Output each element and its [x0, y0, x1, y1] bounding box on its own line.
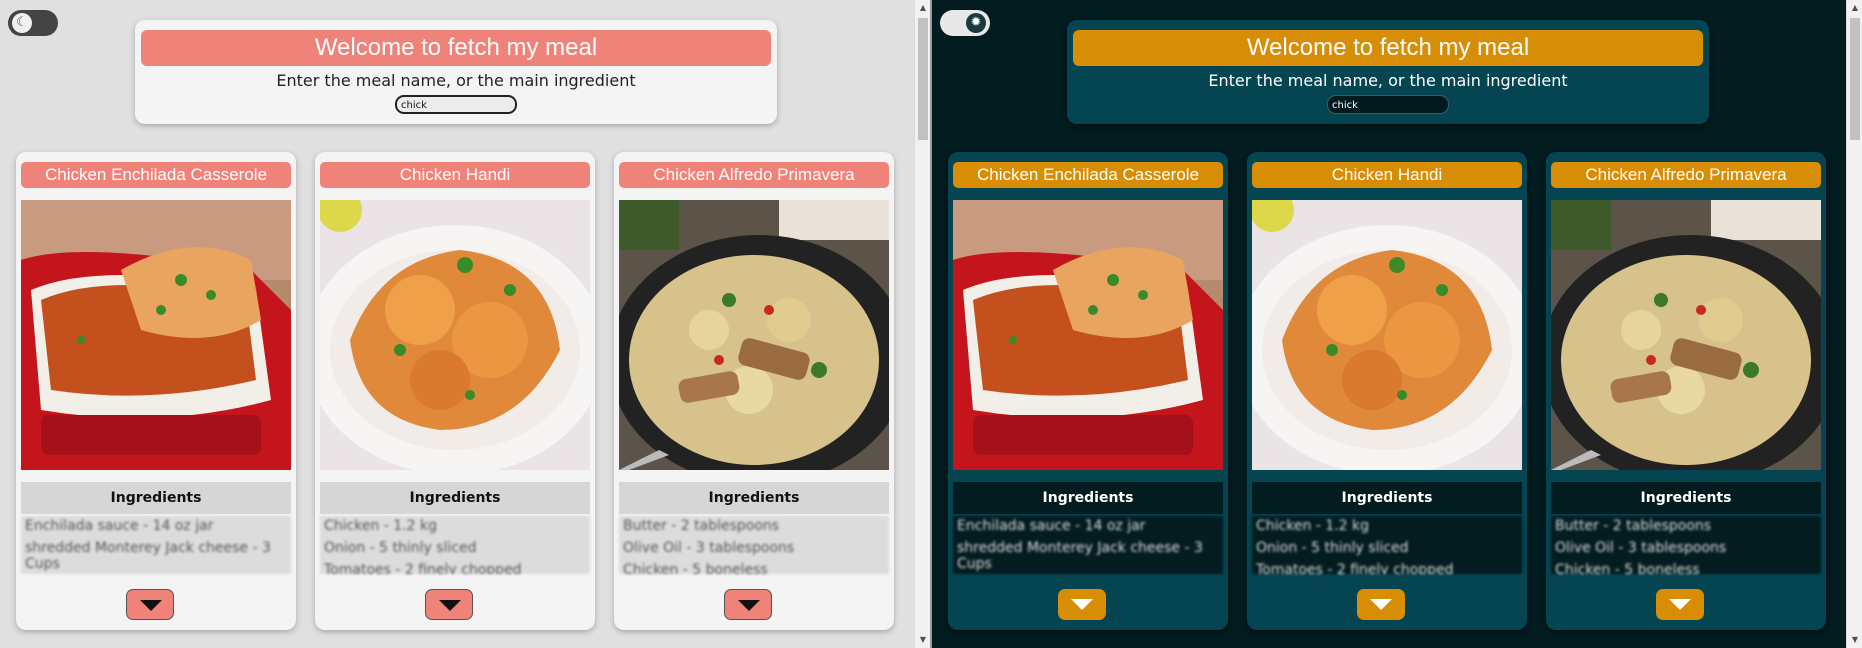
meal-name: Chicken Handi [1252, 162, 1522, 188]
meal-name: Chicken Alfredo Primavera [1551, 162, 1821, 188]
ingredients-list: Chicken - 1.2 kg Onion - 5 thinly sliced… [320, 516, 590, 574]
expand-ingredients-button[interactable] [1058, 589, 1106, 620]
ingredient-item: Enchilada sauce - 14 oz jar [25, 518, 214, 534]
vertical-scrollbar[interactable]: ▲ ▼ [1846, 0, 1862, 648]
enchilada-casserole-photo [953, 200, 1223, 470]
alfredo-primavera-photo [619, 200, 889, 470]
ingredient-item: Chicken - 5 boneless [1555, 562, 1700, 574]
ingredient-item: Chicken - 1.2 kg [1256, 518, 1369, 534]
ingredients-heading: Ingredients [320, 482, 590, 514]
theme-toggle[interactable]: ✹ [940, 10, 990, 36]
ingredients-heading: Ingredients [619, 482, 889, 514]
meal-name: Chicken Handi [320, 162, 590, 188]
ingredients-list: Butter - 2 tablespoons Olive Oil - 3 tab… [619, 516, 889, 574]
dark-theme-pane: ✹ Welcome to fetch my meal Enter the mea… [932, 0, 1862, 648]
moon-icon: ☾ [12, 13, 32, 33]
ingredient-item: shredded Monterey Jack cheese - 3 Cups [25, 540, 271, 572]
ingredient-item: Butter - 2 tablespoons [1555, 518, 1712, 534]
expand-ingredients-button[interactable] [724, 589, 772, 620]
meal-card: Chicken Alfredo Primavera Ingredients Bu… [614, 152, 894, 630]
page-title: Welcome to fetch my meal [1073, 30, 1703, 66]
vertical-scrollbar[interactable]: ▲ ▼ [914, 0, 930, 648]
caret-down-icon [1370, 599, 1392, 610]
ingredient-item: Enchilada sauce - 14 oz jar [957, 518, 1146, 534]
ingredient-item: Olive Oil - 3 tablespoons [1555, 540, 1727, 556]
caret-down-icon [439, 600, 461, 611]
scrollbar-thumb[interactable] [1850, 18, 1860, 140]
ingredient-item: Butter - 2 tablespoons [623, 518, 780, 534]
scroll-down-icon[interactable]: ▼ [1847, 632, 1862, 648]
expand-ingredients-button[interactable] [1357, 589, 1405, 620]
meal-name: Chicken Alfredo Primavera [619, 162, 889, 188]
scroll-up-icon[interactable]: ▲ [1847, 0, 1862, 16]
expand-ingredients-button[interactable] [126, 589, 174, 620]
ingredient-item: Tomatoes - 2 finely chopped [1256, 562, 1454, 574]
search-panel: Welcome to fetch my meal Enter the meal … [135, 20, 777, 124]
ingredients-list: Enchilada sauce - 14 oz jar shredded Mon… [21, 516, 291, 574]
sun-icon: ✹ [966, 13, 986, 33]
meal-card: Chicken Alfredo Primavera Ingredients Bu… [1546, 152, 1826, 630]
scroll-up-icon[interactable]: ▲ [915, 0, 930, 16]
ingredients-heading: Ingredients [21, 482, 291, 514]
meal-card: Chicken Handi Ingredients Chicken - 1.2 … [1247, 152, 1527, 630]
scrollbar-thumb[interactable] [918, 18, 928, 140]
page-title: Welcome to fetch my meal [141, 30, 771, 66]
alfredo-primavera-photo [1551, 200, 1821, 470]
meal-name: Chicken Enchilada Casserole [953, 162, 1223, 188]
light-theme-pane: ☾ Welcome to fetch my meal Enter the mea… [0, 0, 930, 648]
chicken-handi-photo [1252, 200, 1522, 470]
caret-down-icon [140, 600, 162, 611]
ingredients-list: Enchilada sauce - 14 oz jar shredded Mon… [953, 516, 1223, 574]
ingredient-item: Chicken - 5 boneless [623, 562, 768, 574]
search-instructions: Enter the meal name, or the main ingredi… [276, 71, 636, 90]
ingredients-heading: Ingredients [953, 482, 1223, 514]
ingredient-item: Olive Oil - 3 tablespoons [623, 540, 795, 556]
caret-down-icon [1071, 599, 1093, 610]
meal-card: Chicken Handi Ingredients Chicken - 1.2 … [315, 152, 595, 630]
ingredients-list: Chicken - 1.2 kg Onion - 5 thinly sliced… [1252, 516, 1522, 574]
expand-ingredients-button[interactable] [425, 589, 473, 620]
expand-ingredients-button[interactable] [1656, 589, 1704, 620]
ingredients-list: Butter - 2 tablespoons Olive Oil - 3 tab… [1551, 516, 1821, 574]
ingredient-item: shredded Monterey Jack cheese - 3 Cups [957, 540, 1203, 572]
ingredient-item: Onion - 5 thinly sliced [324, 540, 477, 556]
meal-search-input[interactable] [395, 95, 517, 114]
meal-card: Chicken Enchilada Casserole Ingredients … [16, 152, 296, 630]
meal-card: Chicken Enchilada Casserole Ingredients … [948, 152, 1228, 630]
caret-down-icon [738, 600, 760, 611]
chicken-handi-photo [320, 200, 590, 470]
ingredient-item: Onion - 5 thinly sliced [1256, 540, 1409, 556]
theme-toggle[interactable]: ☾ [8, 10, 58, 36]
ingredient-item: Chicken - 1.2 kg [324, 518, 437, 534]
ingredients-heading: Ingredients [1252, 482, 1522, 514]
caret-down-icon [1669, 599, 1691, 610]
ingredient-item: Tomatoes - 2 finely chopped [324, 562, 522, 574]
enchilada-casserole-photo [21, 200, 291, 470]
search-instructions: Enter the meal name, or the main ingredi… [1208, 71, 1568, 90]
ingredients-heading: Ingredients [1551, 482, 1821, 514]
scroll-down-icon[interactable]: ▼ [915, 632, 930, 648]
search-panel: Welcome to fetch my meal Enter the meal … [1067, 20, 1709, 124]
meal-search-input[interactable] [1327, 95, 1449, 114]
meal-name: Chicken Enchilada Casserole [21, 162, 291, 188]
